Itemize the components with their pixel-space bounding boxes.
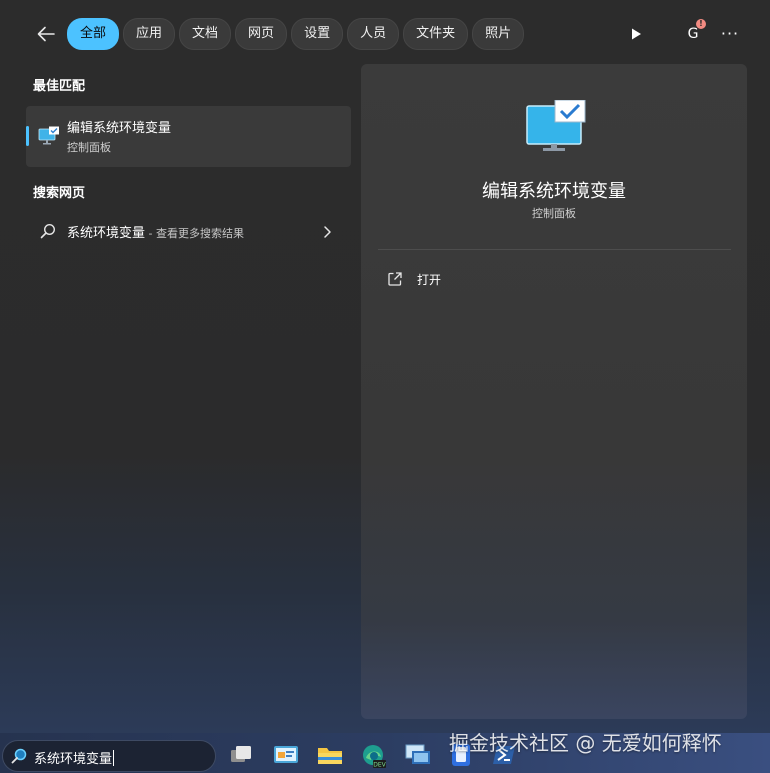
taskbar-search-value: 系统环境变量 [34, 752, 113, 767]
control-panel-icon[interactable] [273, 743, 298, 767]
detail-subtitle: 控制面板 [532, 207, 576, 220]
search-icon [40, 223, 56, 243]
monitor-checkmark-icon [38, 126, 60, 150]
play-icon [632, 28, 641, 40]
best-match-heading: 最佳匹配 [33, 79, 86, 94]
more-options-button[interactable]: ··· [718, 24, 742, 44]
search-icon [11, 748, 27, 768]
filter-tab-apps[interactable]: 应用 [123, 18, 176, 50]
text-caret [113, 750, 115, 766]
filter-tab-documents[interactable]: 文档 [179, 18, 232, 50]
chevron-right-icon[interactable] [322, 224, 332, 243]
svg-text:DEV: DEV [373, 762, 386, 769]
watermark: 掘金技术社区 @ 无爱如何释怀 [449, 731, 722, 755]
web-search-heading: 搜索网页 [33, 186, 86, 201]
best-match-result[interactable]: 编辑系统环境变量 控制面板 [26, 106, 351, 167]
open-label: 打开 [417, 273, 442, 287]
open-action[interactable]: 打开 [387, 269, 727, 291]
monitor-checkmark-icon [525, 99, 587, 156]
notification-badge: ! [696, 19, 706, 29]
filter-tab-all[interactable]: 全部 [67, 18, 120, 50]
detail-title: 编辑系统环境变量 [482, 181, 626, 202]
selection-indicator [26, 126, 29, 146]
filter-tab-web[interactable]: 网页 [235, 18, 288, 50]
best-match-subtitle: 控制面板 [67, 141, 111, 154]
arrow-left-icon [37, 26, 55, 42]
taskbar-search-box[interactable]: 系统环境变量 [2, 740, 216, 772]
web-search-query: 系统环境变量 [67, 226, 146, 241]
best-match-title: 编辑系统环境变量 [67, 121, 172, 136]
more-filters-button[interactable] [626, 24, 646, 44]
filter-tab-photos[interactable]: 照片 [472, 18, 525, 50]
back-button[interactable] [33, 21, 59, 47]
divider [378, 249, 731, 250]
open-external-icon [387, 271, 403, 291]
filter-tabs: 全部 应用 文档 网页 设置 人员 文件夹 照片 [67, 18, 525, 50]
filter-tab-folders[interactable]: 文件夹 [403, 18, 469, 50]
task-view-icon[interactable] [229, 743, 253, 767]
search-panel: 全部 应用 文档 网页 设置 人员 文件夹 照片 G ! ··· 最佳匹配 编辑… [0, 0, 770, 733]
web-search-result[interactable]: 系统环境变量 - 查看更多搜索结果 [26, 215, 351, 247]
detail-pane: 编辑系统环境变量 控制面板 打开 [361, 64, 747, 719]
edge-dev-icon[interactable]: DEV [361, 743, 387, 769]
web-search-hint: - 查看更多搜索结果 [145, 227, 244, 240]
filter-tab-settings[interactable]: 设置 [291, 18, 344, 50]
remote-desktop-icon[interactable] [405, 743, 430, 767]
file-explorer-icon[interactable] [317, 743, 342, 767]
filter-tab-people[interactable]: 人员 [347, 18, 400, 50]
